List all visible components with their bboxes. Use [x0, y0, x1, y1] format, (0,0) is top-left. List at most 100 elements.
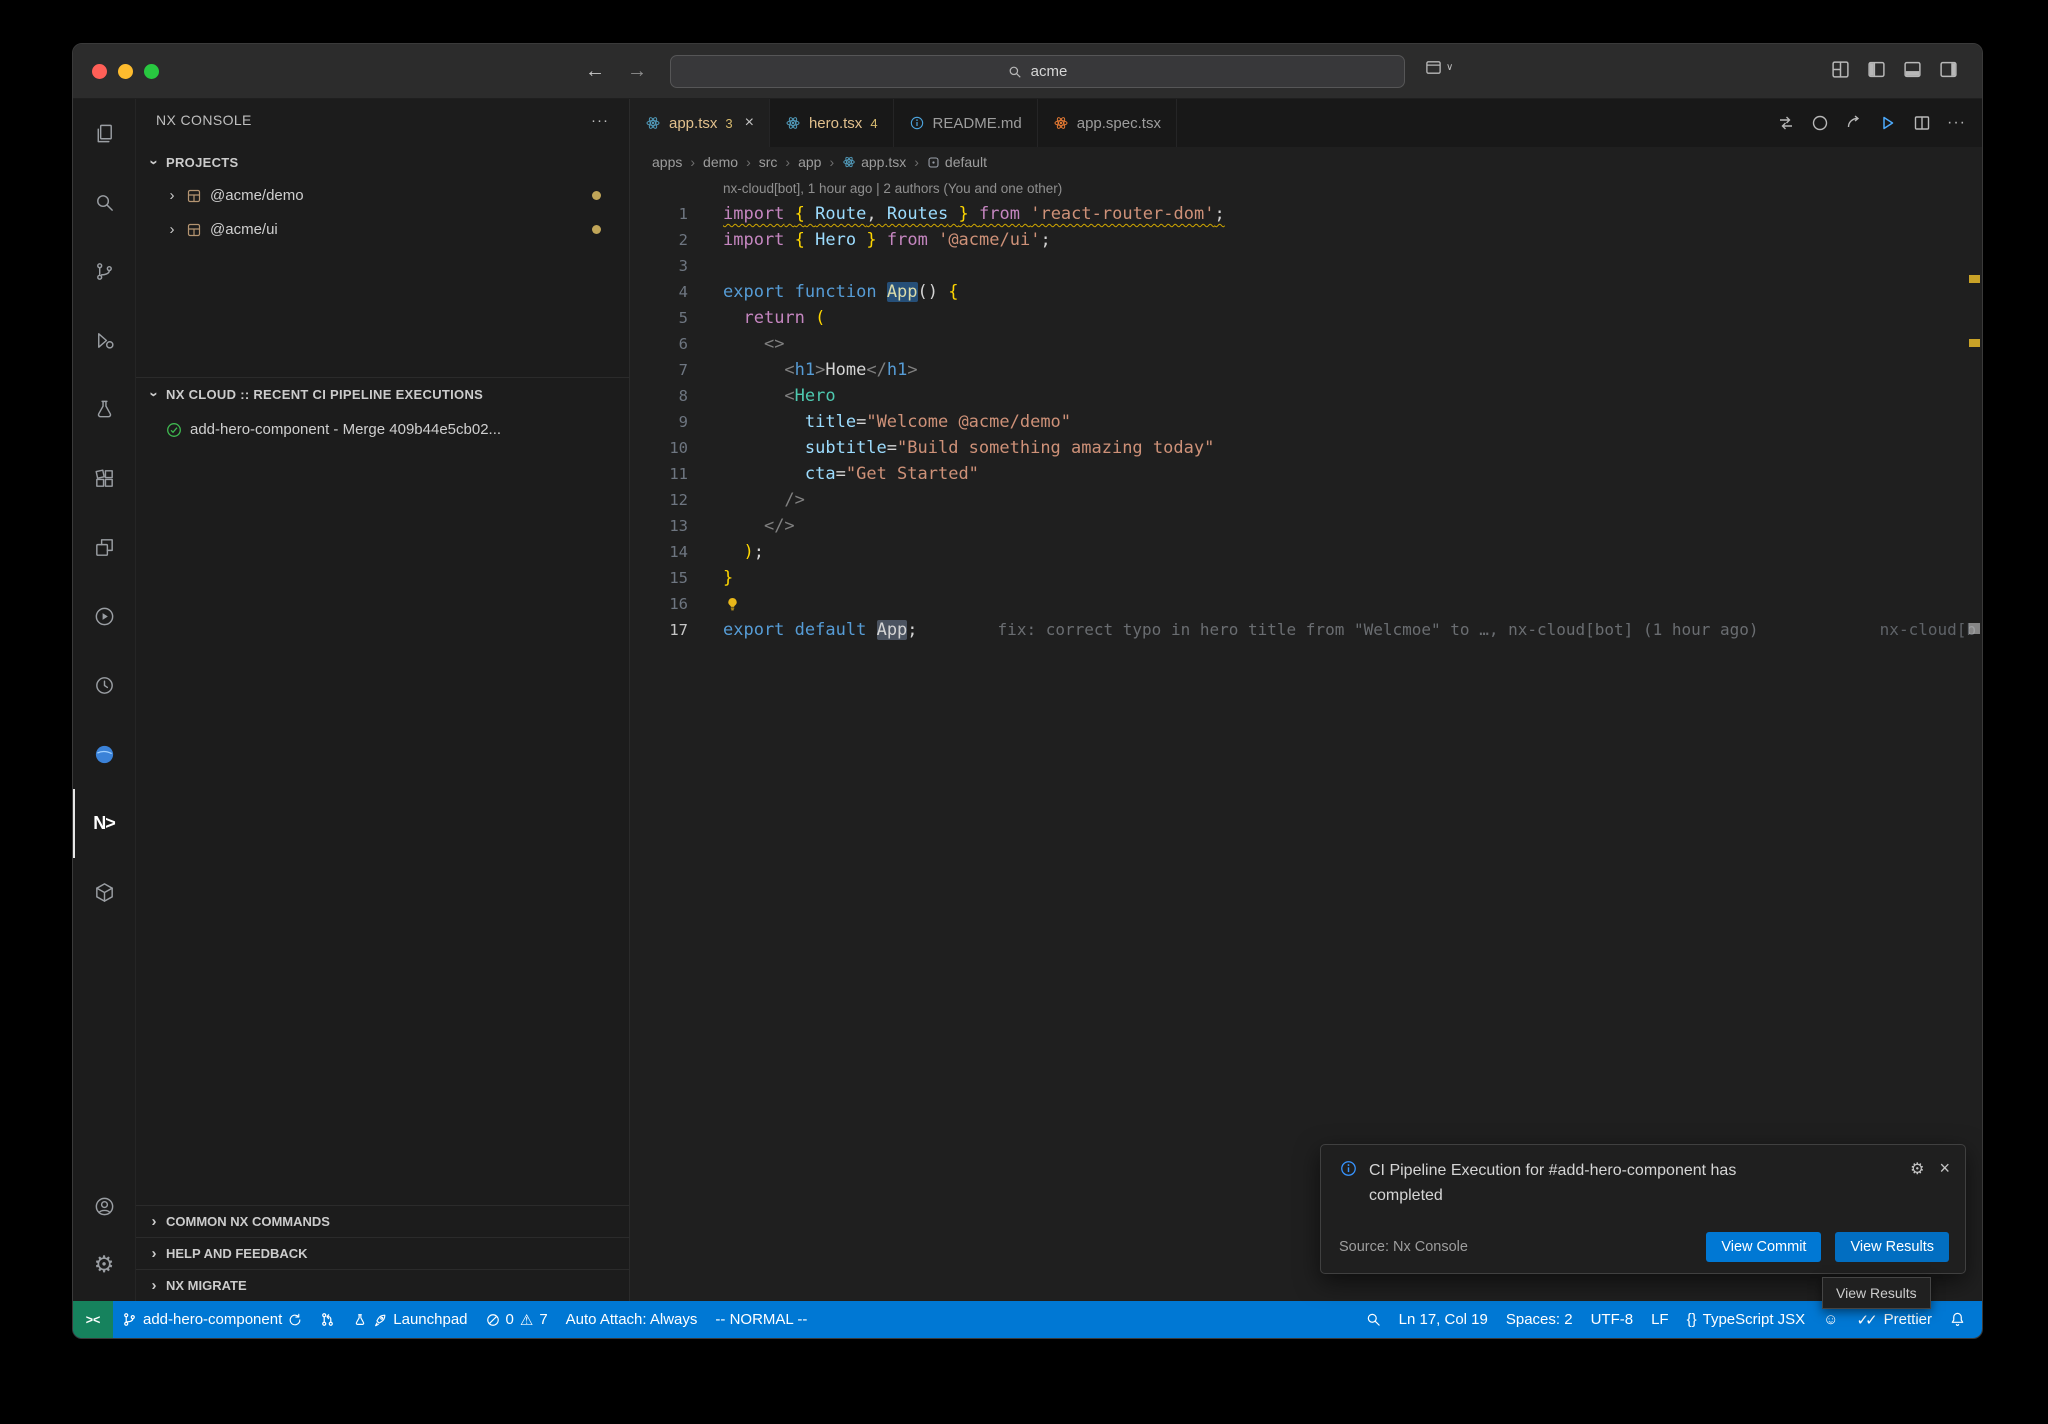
tab-readme-md[interactable]: README.md — [894, 99, 1038, 147]
command-center-search[interactable]: acme — [670, 55, 1405, 88]
remote-indicator[interactable]: >< — [73, 1301, 113, 1338]
tab-app-tsx[interactable]: app.tsx 3 × — [630, 99, 770, 147]
activity-search[interactable] — [73, 168, 135, 237]
line-number: 2 — [630, 227, 688, 253]
code-line[interactable]: 17export default App;fix: correct typo i… — [630, 617, 1982, 643]
compare-changes-icon[interactable] — [1777, 114, 1795, 132]
close-window-button[interactable] — [92, 64, 107, 79]
more-actions-icon[interactable]: ··· — [1947, 114, 1966, 132]
encoding-status-item[interactable]: UTF-8 — [1582, 1301, 1643, 1338]
warning-mark — [1969, 275, 1980, 283]
activity-edge-browser[interactable] — [73, 720, 135, 789]
breadcrumb-item[interactable]: demo — [703, 154, 738, 170]
code-line[interactable]: 6 <> — [630, 331, 1982, 357]
account-button[interactable] — [73, 1177, 135, 1235]
codelens-blame[interactable]: nx-cloud[bot], 1 hour ago | 2 authors (Y… — [630, 177, 1982, 201]
code-line[interactable]: 12 /> — [630, 487, 1982, 513]
notification-settings-icon[interactable]: ⚙ — [1910, 1159, 1924, 1179]
projects-section-header[interactable]: › PROJECTS — [148, 147, 238, 177]
zoom-status-item[interactable] — [1357, 1301, 1390, 1338]
breadcrumb-item[interactable]: apps — [652, 154, 682, 170]
toggle-secondary-sidebar-icon[interactable] — [1939, 60, 1958, 79]
new-window-dropdown[interactable]: ∨ — [1425, 59, 1453, 76]
notification-close-icon[interactable]: × — [1939, 1158, 1950, 1179]
code-line[interactable]: 4export function App() { — [630, 279, 1982, 305]
indentation-status-item[interactable]: Spaces: 2 — [1497, 1301, 1582, 1338]
project-item-acme-demo[interactable]: › @acme/demo — [136, 179, 629, 212]
pipeline-execution-item[interactable]: add-hero-component - Merge 409b44e5cb02.… — [136, 413, 629, 446]
eol-status-item[interactable]: LF — [1642, 1301, 1678, 1338]
run-file-icon[interactable] — [1879, 114, 1897, 132]
auto-attach-status-item[interactable]: Auto Attach: Always — [557, 1301, 707, 1338]
customize-layout-icon[interactable] — [1831, 60, 1850, 79]
nx-migrate-section[interactable]: › NX MIGRATE — [136, 1269, 629, 1301]
run-all-icon[interactable] — [1845, 114, 1863, 132]
activity-package[interactable] — [73, 858, 135, 927]
code-line[interactable]: 15} — [630, 565, 1982, 591]
activity-nx-console[interactable]: N> — [73, 789, 135, 858]
cursor-position-status-item[interactable]: Ln 17, Col 19 — [1390, 1301, 1497, 1338]
nav-forward-icon[interactable]: → — [627, 60, 647, 83]
notifications-status-item[interactable] — [1941, 1301, 1974, 1338]
lightbulb-icon[interactable] — [725, 597, 740, 612]
pull-request-status-item[interactable] — [311, 1301, 344, 1338]
breadcrumb-item-file[interactable]: app.tsx — [842, 154, 906, 170]
breadcrumb-item-symbol[interactable]: default — [927, 154, 987, 170]
branch-status-item[interactable]: add-hero-component — [113, 1301, 311, 1338]
code-line[interactable]: 2import { Hero } from '@acme/ui'; — [630, 227, 1982, 253]
code-line[interactable]: 7 <h1>Home</h1> — [630, 357, 1982, 383]
minimize-window-button[interactable] — [118, 64, 133, 79]
launchpad-status-item[interactable]: Launchpad — [344, 1301, 476, 1338]
activity-extensions[interactable] — [73, 444, 135, 513]
check-circle-icon — [166, 422, 182, 438]
code-line[interactable]: 16 — [630, 591, 1982, 617]
code-editor[interactable]: nx-cloud[bot], 1 hour ago | 2 authors (Y… — [630, 177, 1982, 1301]
common-nx-commands-section[interactable]: › COMMON NX COMMANDS — [136, 1205, 629, 1237]
activity-remote-explorer[interactable] — [73, 513, 135, 582]
problem-badge: 3 — [725, 116, 732, 131]
chevron-icon: › — [146, 156, 163, 168]
code-line[interactable]: 3 — [630, 253, 1982, 279]
code-line[interactable]: 14 ); — [630, 539, 1982, 565]
nx-cloud-section-header[interactable]: › NX CLOUD :: RECENT CI PIPELINE EXECUTI… — [136, 377, 629, 411]
sidebar-more-actions-icon[interactable]: ··· — [591, 112, 609, 129]
language-status-item[interactable]: {} TypeScript JSX — [1678, 1301, 1815, 1338]
close-tab-icon[interactable]: × — [745, 114, 754, 132]
breadcrumb-item[interactable]: src — [759, 154, 778, 170]
code-line[interactable]: 9 title="Welcome @acme/demo" — [630, 409, 1982, 435]
activity-run-debug[interactable] — [73, 306, 135, 375]
package-icon — [93, 881, 116, 904]
split-editor-icon[interactable] — [1913, 114, 1931, 132]
project-item-acme-ui[interactable]: › @acme/ui — [136, 213, 629, 246]
toggle-panel-icon[interactable] — [1903, 60, 1922, 79]
view-commit-button[interactable]: View Commit — [1706, 1232, 1821, 1262]
line-number: 16 — [630, 591, 688, 617]
code-line[interactable]: 11 cta="Get Started" — [630, 461, 1982, 487]
code-line[interactable]: 13 </> — [630, 513, 1982, 539]
problems-status-item[interactable]: 0 ⚠ 7 — [477, 1301, 557, 1338]
tab-hero-tsx[interactable]: hero.tsx 4 — [770, 99, 894, 147]
activity-recent-executions[interactable] — [73, 651, 135, 720]
code-line[interactable]: 8 <Hero — [630, 383, 1982, 409]
activity-explorer[interactable] — [73, 99, 135, 168]
outline-circle-icon[interactable] — [1811, 114, 1829, 132]
view-results-button[interactable]: View Results — [1835, 1232, 1949, 1262]
activity-testing[interactable] — [73, 375, 135, 444]
toggle-primary-sidebar-icon[interactable] — [1867, 60, 1886, 79]
breadcrumb-item[interactable]: app — [798, 154, 821, 170]
code-line[interactable]: 10 subtitle="Build something amazing tod… — [630, 435, 1982, 461]
overview-ruler[interactable] — [1967, 255, 1982, 1301]
activity-source-control[interactable] — [73, 237, 135, 306]
pull-request-icon — [320, 1312, 335, 1327]
help-and-feedback-section[interactable]: › HELP AND FEEDBACK — [136, 1237, 629, 1269]
tab-app-spec-tsx[interactable]: app.spec.tsx — [1038, 99, 1177, 147]
settings-button[interactable]: ⚙ — [73, 1235, 135, 1293]
nav-back-icon[interactable]: ← — [585, 60, 605, 83]
info-file-icon — [909, 115, 925, 131]
code-line[interactable]: 1import { Route, Routes } from 'react-ro… — [630, 201, 1982, 227]
vim-mode-status-item[interactable]: -- NORMAL -- — [706, 1301, 816, 1338]
zoom-window-button[interactable] — [144, 64, 159, 79]
bell-icon — [1950, 1312, 1965, 1327]
activity-run-circle[interactable] — [73, 582, 135, 651]
code-line[interactable]: 5 return ( — [630, 305, 1982, 331]
